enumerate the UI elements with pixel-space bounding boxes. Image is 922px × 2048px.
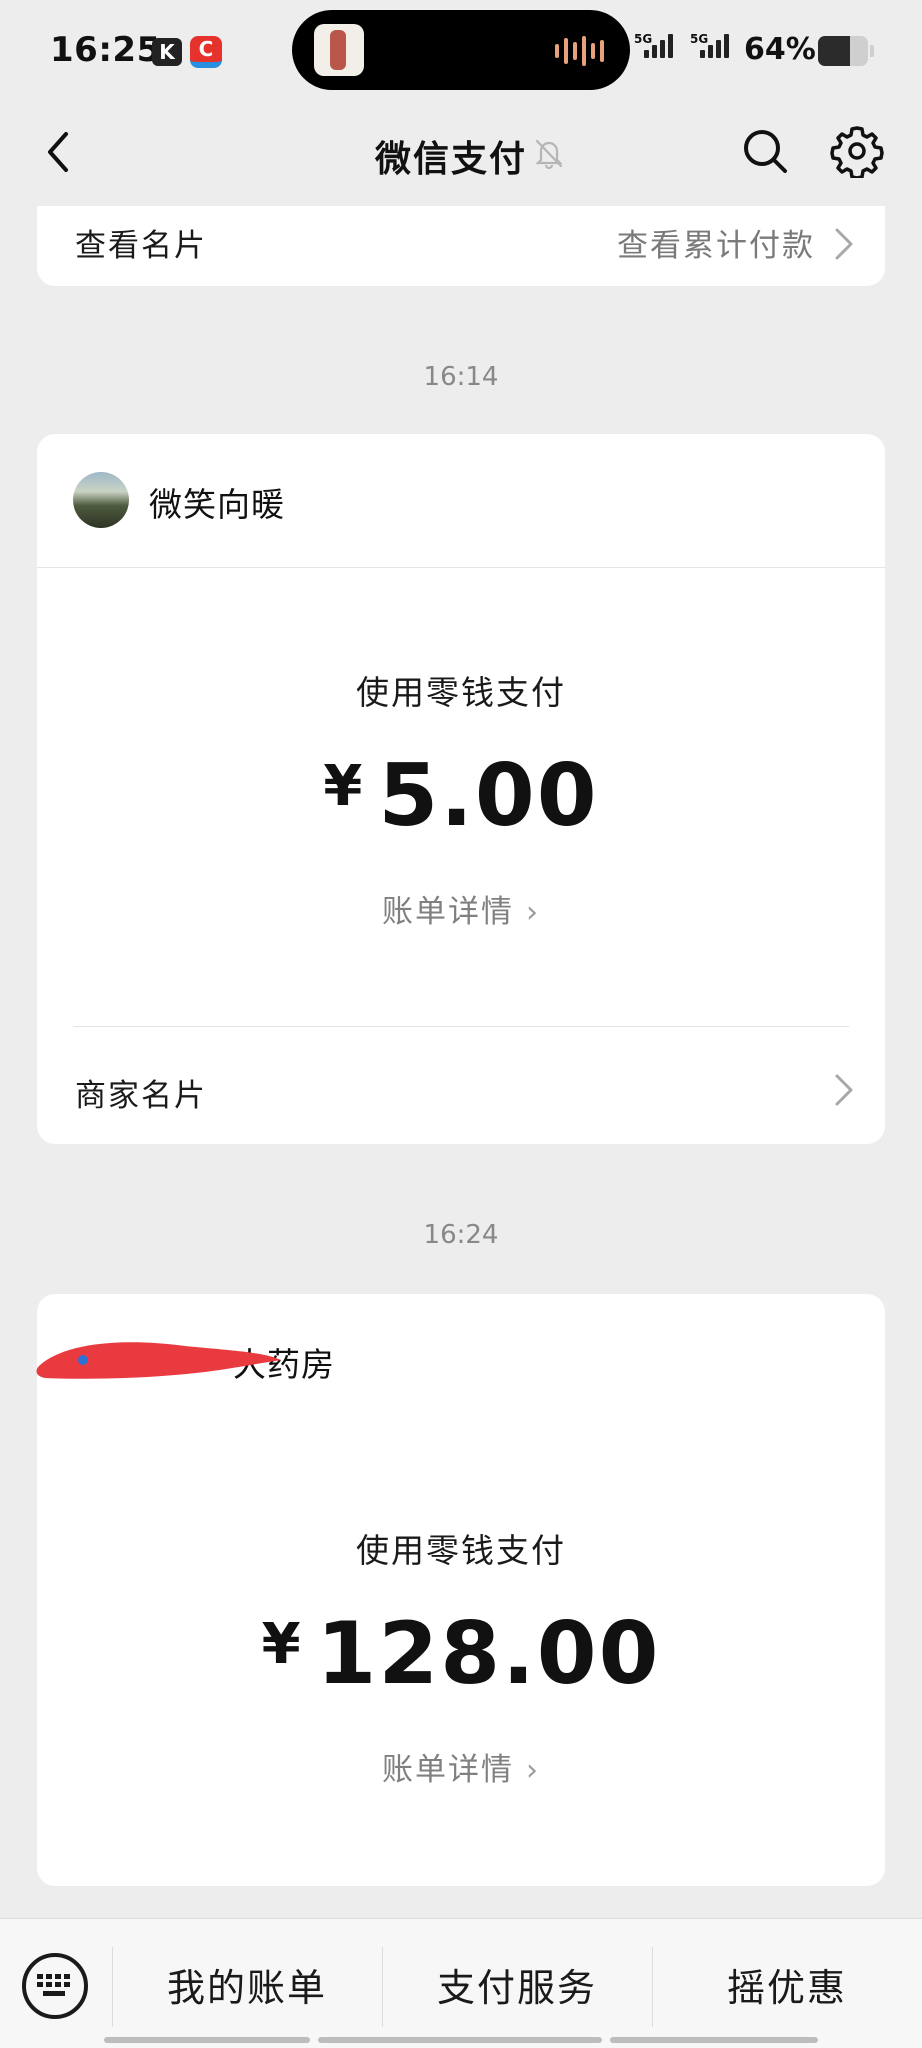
message-timestamp: 16:24 xyxy=(423,1220,499,1250)
battery-icon xyxy=(818,36,868,66)
screen: 16:25 K C 5G 5G 64% 微信支付 查看名片 查看累计付款 16:… xyxy=(0,0,922,2048)
payment-amount: ¥5.00 xyxy=(37,746,885,846)
previous-message-card: 查看名片 查看累计付款 xyxy=(37,206,885,286)
amount-value: 128.00 xyxy=(316,1604,661,1704)
app-c-icon: C xyxy=(190,36,222,68)
bill-details-label: 账单详情 xyxy=(382,1752,514,1788)
payment-card[interactable]: 大药房 使用零钱支付 ¥128.00 账单详情 › xyxy=(36,1294,885,1886)
bill-details-link[interactable]: 账单详情 › xyxy=(37,1744,885,1789)
bill-details-link[interactable]: 账单详情 › xyxy=(37,886,885,931)
currency-symbol: ¥ xyxy=(261,1612,303,1677)
chevron-right-icon: › xyxy=(526,895,540,930)
signal-icon-2: 5G xyxy=(690,32,729,58)
home-indicator xyxy=(104,2037,310,2043)
home-indicator xyxy=(318,2037,602,2043)
merchant-header: 微笑向暖 xyxy=(37,434,885,568)
media-thumbnail xyxy=(314,24,364,76)
dynamic-island[interactable] xyxy=(292,10,630,90)
avatar[interactable] xyxy=(73,472,129,528)
message-timestamp: 16:14 xyxy=(423,362,499,392)
payment-amount: ¥128.00 xyxy=(37,1604,885,1704)
amount-value: 5.00 xyxy=(378,746,599,846)
divider xyxy=(73,1026,849,1027)
view-card-link[interactable]: 查看名片 xyxy=(75,220,207,265)
nav-bar: 微信支付 xyxy=(0,100,922,206)
chevron-right-icon xyxy=(835,1074,853,1106)
payment-card[interactable]: 微笑向暖 使用零钱支付 ¥5.00 账单详情 › 商家名片 xyxy=(37,434,885,1144)
menu-my-bills[interactable]: 我的账单 xyxy=(112,1957,382,2012)
bell-off-icon xyxy=(535,139,563,170)
currency-symbol: ¥ xyxy=(323,754,365,819)
search-icon[interactable] xyxy=(740,126,790,176)
keyboard-icon[interactable] xyxy=(22,1953,88,2019)
bottom-menu-bar: 我的账单 支付服务 摇优惠 xyxy=(0,1918,922,2048)
status-bar: 16:25 K C 5G 5G 64% xyxy=(0,0,922,100)
bill-details-label: 账单详情 xyxy=(382,894,514,930)
payment-method: 使用零钱支付 xyxy=(356,1531,566,1570)
menu-payment-services[interactable]: 支付服务 xyxy=(382,1957,652,2012)
menu-shake-deals[interactable]: 摇优惠 xyxy=(652,1957,922,2012)
merchant-card-link[interactable]: 商家名片 xyxy=(75,1070,207,1115)
status-time: 16:25 xyxy=(50,30,161,70)
chevron-right-icon xyxy=(835,228,853,260)
redaction-scribble xyxy=(36,1342,281,1379)
battery-percent: 64% xyxy=(744,32,816,67)
payment-method: 使用零钱支付 xyxy=(356,673,566,712)
signal-icon: 5G xyxy=(634,32,673,58)
view-total-payments-link[interactable]: 查看累计付款 xyxy=(617,220,815,265)
merchant-name: 微笑向暖 xyxy=(149,485,285,524)
chevron-right-icon: › xyxy=(526,1753,540,1788)
audio-wave-icon xyxy=(555,36,604,66)
gear-icon[interactable] xyxy=(830,124,884,178)
app-k-icon: K xyxy=(152,38,182,66)
home-indicator xyxy=(610,2037,818,2043)
battery-tip xyxy=(870,45,874,57)
merchant-header: 大药房 xyxy=(36,1294,885,1428)
